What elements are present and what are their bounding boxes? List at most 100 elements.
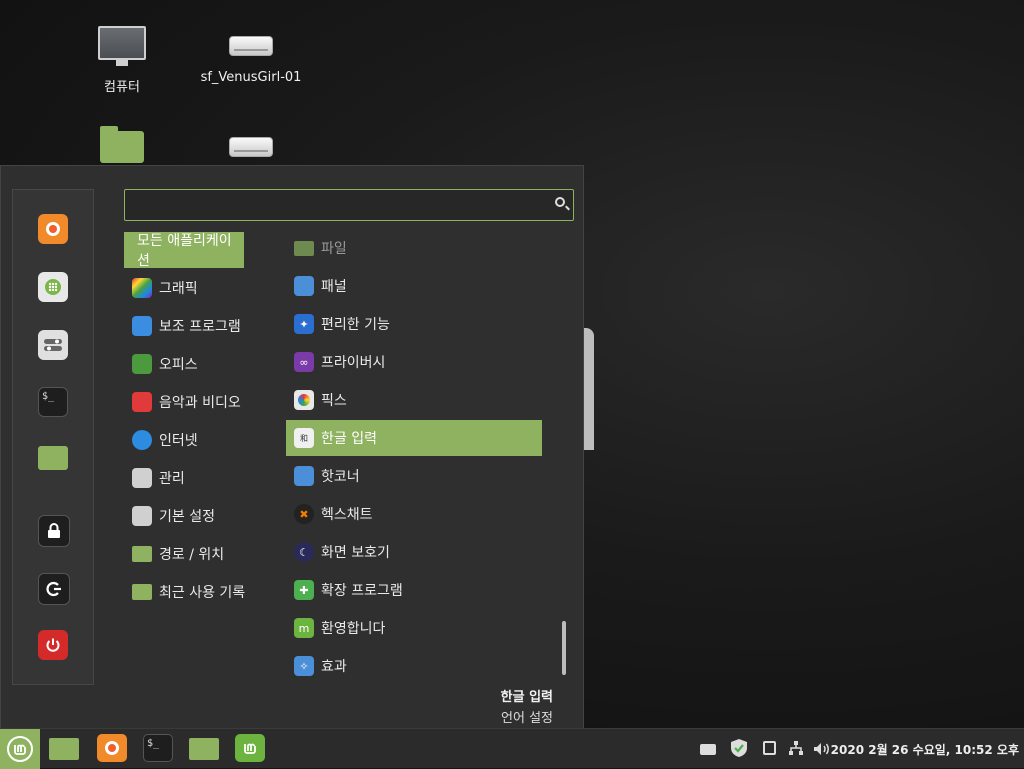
bottom-panel: $_ 2020 2월 26 수요일, 10:52 오후 — [0, 728, 1024, 769]
app-label: 화면 보호기 — [321, 545, 390, 561]
category-graphics[interactable]: 그래픽 — [124, 270, 198, 306]
application-menu: $_ 모든 애플리케이션 그래픽 보조 프로그램 오피스 음악과 비디오 인터넷… — [0, 165, 584, 728]
category-places[interactable]: 경로 / 위치 — [124, 536, 224, 572]
category-label: 경로 / 위치 — [159, 547, 225, 563]
volume-icon[interactable] — [813, 741, 829, 755]
app-extensions[interactable]: ✚ 확장 프로그램 — [286, 572, 542, 608]
menu-button[interactable] — [0, 729, 40, 769]
app-label: 효과 — [321, 659, 347, 675]
app-label: 환영합니다 — [321, 621, 386, 637]
network-icon[interactable] — [788, 740, 804, 755]
app-label: 헥스채트 — [321, 507, 373, 523]
app-label: 핫코너 — [321, 469, 360, 485]
drive-icon — [229, 137, 273, 157]
search-icon — [555, 197, 565, 207]
effects-icon: ✧ — [294, 656, 314, 676]
cloud-icon — [132, 430, 152, 450]
favorites-sidebar: $_ — [12, 189, 94, 685]
app-effects[interactable]: ✧ 효과 — [286, 648, 542, 684]
taskbar-welcome[interactable] — [235, 734, 265, 762]
category-label: 음악과 비디오 — [159, 395, 241, 411]
taskbar-show-desktop[interactable] — [49, 738, 79, 760]
desktop-icon-home[interactable] — [67, 126, 177, 169]
keyboard-icon[interactable] — [700, 744, 716, 755]
storage-icon[interactable] — [763, 741, 776, 755]
app-hot-corners[interactable]: 핫코너 — [286, 458, 542, 494]
desktop-icon-label: 컴퓨터 — [104, 80, 140, 95]
accessibility-icon: ✦ — [294, 314, 314, 334]
app-label: 프라이버시 — [321, 355, 386, 371]
category-label: 관리 — [159, 471, 185, 487]
app-welcome[interactable]: m 환영합니다 — [286, 610, 542, 646]
mint-logo-icon — [244, 743, 256, 754]
graphics-icon — [132, 278, 152, 298]
panel-icon — [294, 276, 314, 296]
home-folder-icon — [100, 126, 144, 163]
category-label: 보조 프로그램 — [159, 319, 241, 335]
update-shield-icon[interactable] — [730, 738, 748, 758]
toggle-icon — [132, 506, 152, 526]
input-method-icon: 和 — [294, 428, 314, 448]
recent-folder-icon — [132, 584, 152, 600]
app-screensaver[interactable]: ☾ 화면 보호기 — [286, 534, 542, 570]
pix-icon — [294, 390, 314, 410]
mask-icon: ∞ — [294, 352, 314, 372]
category-label: 최근 사용 기록 — [159, 585, 246, 601]
search-field[interactable] — [124, 189, 574, 221]
play-icon — [132, 392, 152, 412]
category-label: 그래픽 — [159, 281, 198, 297]
power-icon[interactable] — [38, 630, 68, 660]
taskbar-files[interactable] — [189, 738, 219, 760]
folder-icon — [294, 240, 314, 256]
logout-icon[interactable] — [38, 573, 70, 605]
category-sound-video[interactable]: 음악과 비디오 — [124, 384, 241, 420]
app-label: 한글 입력 — [321, 431, 377, 447]
category-office[interactable]: 오피스 — [124, 346, 198, 382]
mint-logo-icon: m — [294, 618, 314, 638]
hot-corner-icon — [294, 466, 314, 486]
firefox-icon[interactable] — [38, 214, 68, 244]
app-hexchat[interactable]: ✖ 헥스채트 — [286, 496, 542, 532]
firefox-icon — [105, 741, 119, 755]
files-icon[interactable] — [38, 446, 68, 470]
category-label: 인터넷 — [159, 433, 198, 449]
scissors-icon — [132, 316, 152, 336]
folder-icon — [132, 546, 152, 562]
app-hangul-input[interactable]: 和 한글 입력 — [286, 420, 542, 456]
moon-icon: ☾ — [294, 542, 314, 562]
category-all-applications[interactable]: 모든 애플리케이션 — [124, 232, 244, 269]
app-files[interactable]: 파일 — [286, 230, 542, 266]
panel-clock[interactable]: 2020 2월 26 수요일, 10:52 오후 — [831, 741, 1019, 758]
app-pix[interactable]: 픽스 — [286, 382, 542, 418]
selected-app-title: 한글 입력 — [500, 690, 553, 705]
app-accessibility[interactable]: ✦ 편리한 기능 — [286, 306, 542, 342]
taskbar-firefox[interactable] — [97, 734, 127, 762]
mint-logo-icon — [7, 736, 33, 762]
app-label: 파일 — [321, 241, 347, 257]
category-label: 기본 설정 — [159, 509, 215, 525]
category-internet[interactable]: 인터넷 — [124, 422, 198, 458]
hexchat-icon: ✖ — [294, 504, 314, 524]
search-input[interactable] — [131, 194, 545, 218]
category-accessories[interactable]: 보조 프로그램 — [124, 308, 241, 344]
desktop-icon-label: sf_VenusGirl-01 — [200, 70, 302, 85]
app-label: 확장 프로그램 — [321, 583, 403, 599]
desktop-icon-computer[interactable]: 컴퓨터 — [67, 26, 177, 95]
applications-scrollbar[interactable] — [562, 621, 566, 675]
selected-app-description: 언어 설정 — [501, 711, 553, 726]
category-recent-files[interactable]: 최근 사용 기록 — [124, 574, 245, 610]
terminal-icon[interactable]: $_ — [38, 387, 68, 417]
taskbar-terminal[interactable]: $_ — [143, 734, 173, 762]
lock-icon[interactable] — [38, 515, 70, 547]
puzzle-icon: ✚ — [294, 580, 314, 600]
app-panel[interactable]: 패널 — [286, 268, 542, 304]
settings-icon[interactable] — [38, 330, 68, 360]
software-manager-icon[interactable] — [38, 272, 68, 302]
desktop-icon-drive[interactable] — [196, 137, 306, 163]
category-preferences[interactable]: 기본 설정 — [124, 498, 215, 534]
toggle-icon — [132, 468, 152, 488]
office-icon — [132, 354, 152, 374]
app-privacy[interactable]: ∞ 프라이버시 — [286, 344, 542, 380]
desktop-icon-shared-drive[interactable]: sf_VenusGirl-01 — [196, 36, 306, 85]
category-administration[interactable]: 관리 — [124, 460, 185, 496]
